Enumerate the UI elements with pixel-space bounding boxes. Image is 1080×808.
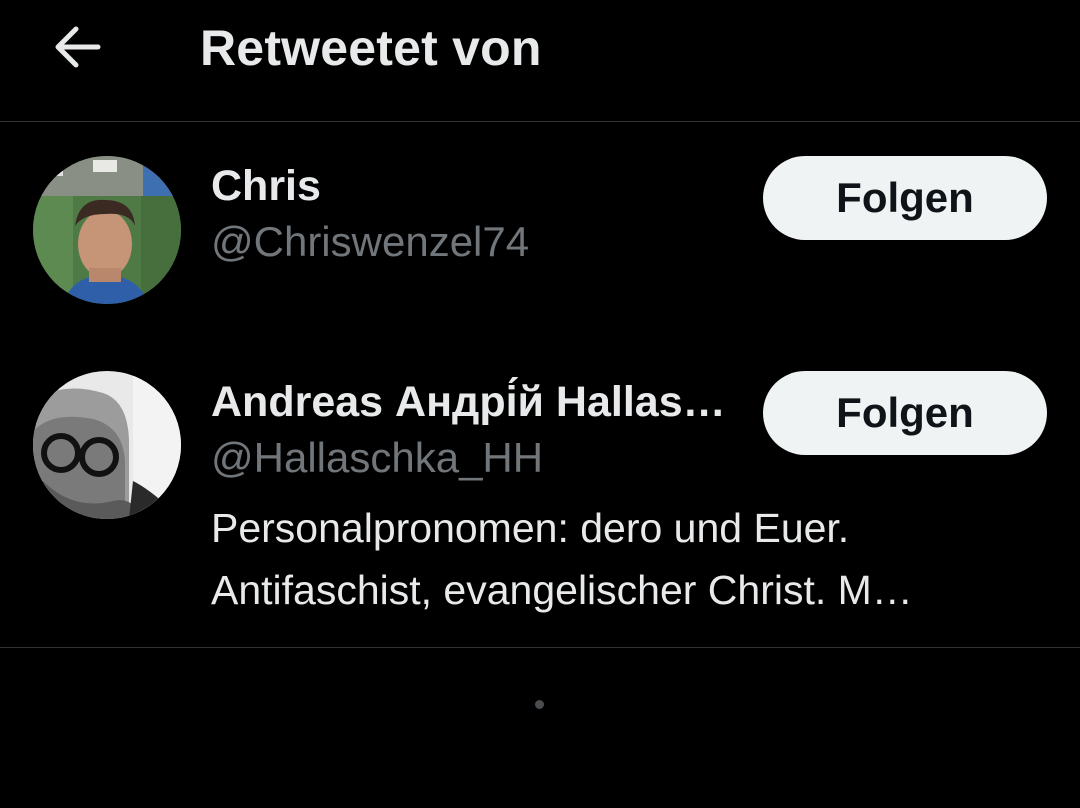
follow-button[interactable]: Folgen xyxy=(763,156,1047,240)
page-title: Retweetet von xyxy=(200,20,542,76)
user-list-item[interactable]: Chris @Chriswenzel74 Folgen xyxy=(0,123,1080,341)
avatar[interactable] xyxy=(33,156,181,304)
user-handle: @Chriswenzel74 xyxy=(211,218,530,265)
display-name: Andreas Андрі́й Hallas… xyxy=(211,378,726,426)
back-button[interactable] xyxy=(40,14,114,80)
display-name: Chris xyxy=(211,162,321,210)
retweeted-by-screen: Retweetet von Chris @Chriswenzel74 Folge… xyxy=(0,0,1080,808)
user-handle: @Hallaschka_HH xyxy=(211,434,544,481)
arrow-left-icon xyxy=(55,26,101,68)
user-list-item[interactable]: Andreas Андрі́й Hallas… @Hallaschka_HH F… xyxy=(0,341,1080,648)
loading-indicator xyxy=(535,700,544,709)
avatar-photo xyxy=(33,371,181,519)
bio-line: Antifaschist, evangelischer Christ. M… xyxy=(211,567,913,613)
header-bar: Retweetet von xyxy=(0,0,1080,122)
avatar[interactable] xyxy=(33,371,181,519)
bio-line: Personalpronomen: dero und Euer. xyxy=(211,505,850,551)
avatar-photo xyxy=(33,156,181,304)
follow-button[interactable]: Folgen xyxy=(763,371,1047,455)
user-bio: Personalpronomen: dero und Euer. Antifas… xyxy=(211,497,1041,621)
